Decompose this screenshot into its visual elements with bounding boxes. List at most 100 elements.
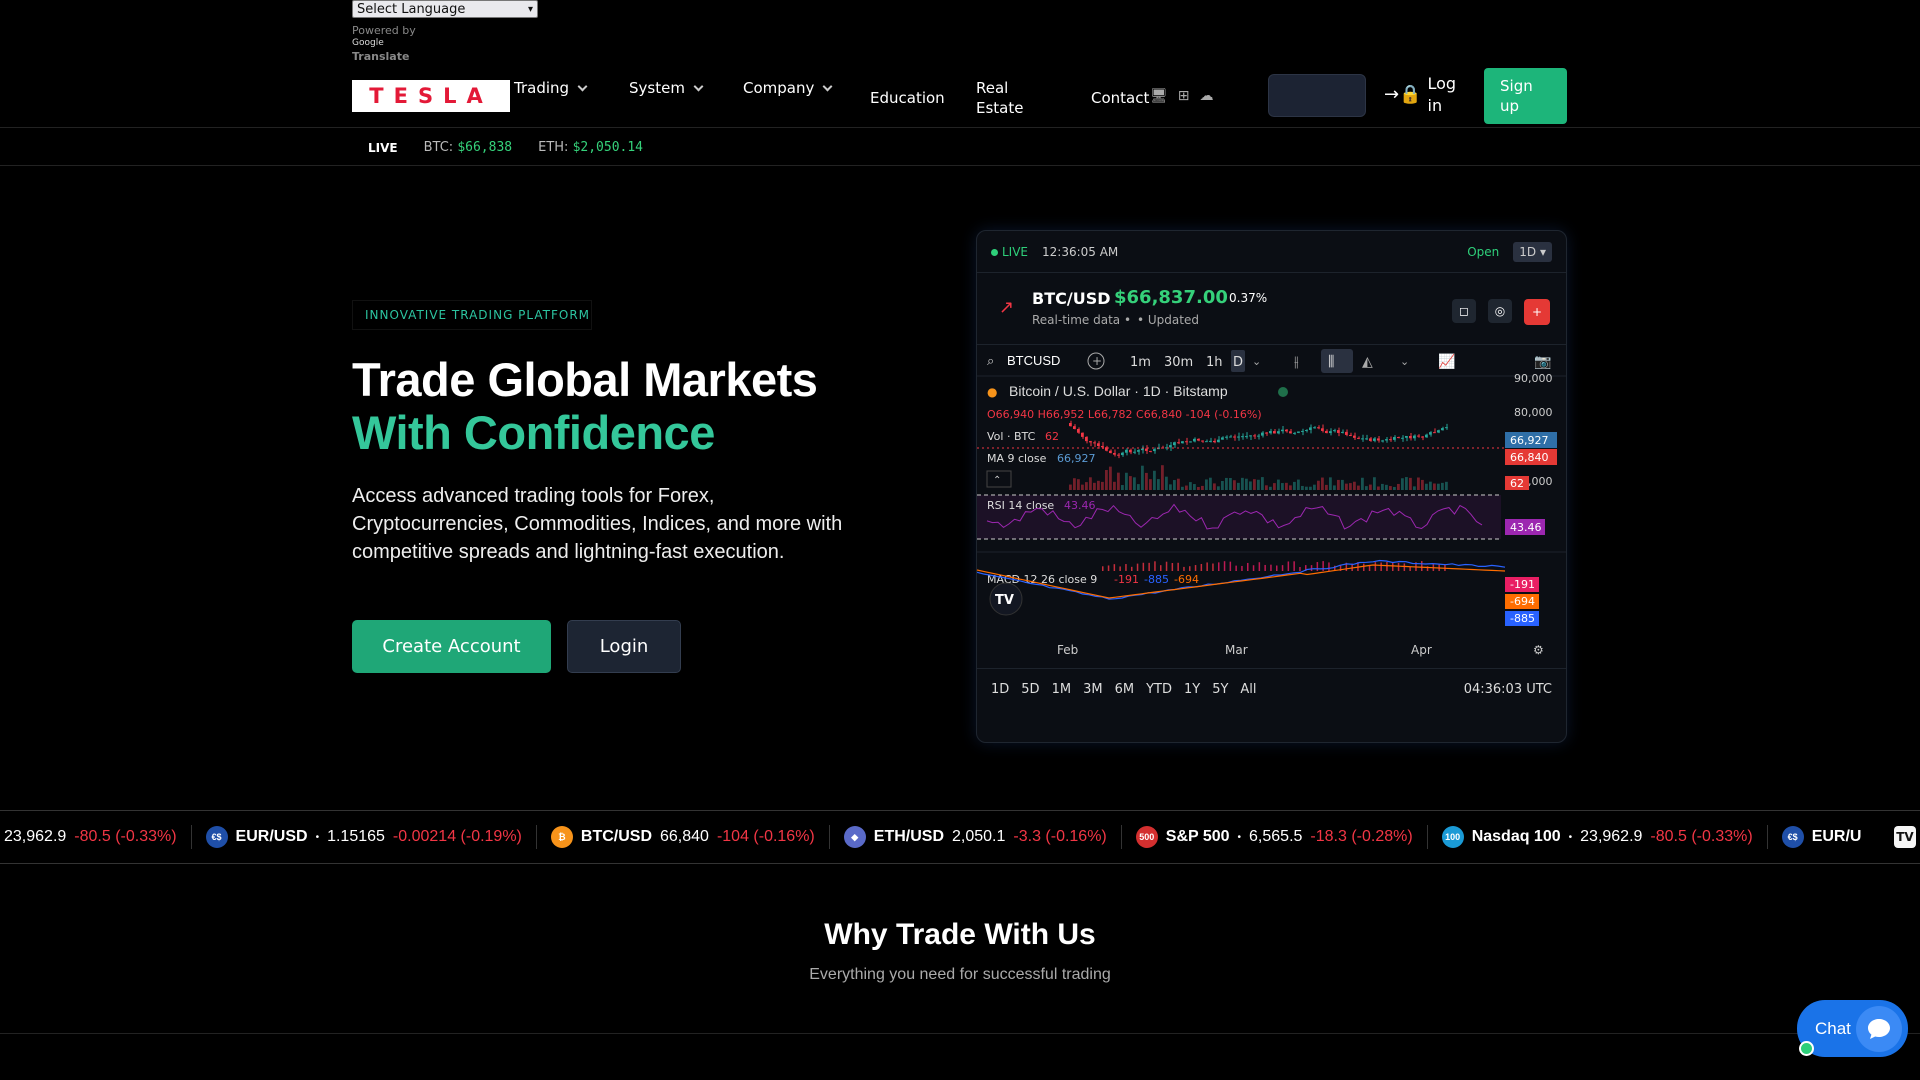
widget-time: 12:36:05 AM [1042,244,1119,259]
ticker-item[interactable]: €$ EUR/USD • 1.15165 -0.00214 (-0.19%) [192,825,537,849]
ticker-item[interactable]: ◆ ETH/USD 2,050.1 -3.3 (-0.16%) [830,825,1122,849]
nav-item-real-estate[interactable]: Real Estate [976,78,1036,118]
login-button[interactable]: Login [567,620,681,673]
candle-body [1329,431,1332,434]
add-icon[interactable]: + [1524,299,1550,325]
range-1m[interactable]: 1M [1052,682,1072,697]
candle-body [1401,437,1404,439]
range-ytd[interactable]: YTD [1146,682,1172,697]
volume-bar [1373,477,1376,490]
tesla-logo[interactable]: TESLA [352,80,510,112]
range-all[interactable]: All [1240,682,1256,697]
volume-bar [1149,479,1152,490]
range-5d[interactable]: 5D [1021,682,1039,697]
volume-bar [1349,483,1352,490]
macd-bar [1247,562,1249,571]
chart-area[interactable]: ⌕ BTCUSD + 1m 30m 1h D ⌄ ⫲ ⫼ ◭ ⌄ 📈 📷 ● B… [977,345,1566,669]
candle-body [1265,432,1268,434]
target-icon[interactable]: ◎ [1488,299,1512,323]
login-link[interactable]: →🔒 Log in [1384,73,1468,117]
ticker-item[interactable]: 500 S&P 500 • 6,565.5 -18.3 (-0.28%) [1122,825,1428,849]
ticker-item[interactable]: 23,962.9 -80.5 (-0.33%) [0,825,192,849]
dark-button[interactable] [1268,74,1366,117]
candle-body [1097,443,1100,447]
nav-item-system[interactable]: System [629,78,704,98]
volume-bar [1441,482,1444,490]
macd-bar [1148,562,1150,571]
volume-bar [1317,480,1320,490]
macd-bar [1142,562,1145,571]
candle-body [1421,436,1424,438]
volume-bar [1221,480,1224,490]
create-account-button[interactable]: Create Account [352,620,551,673]
eth-label: ETH: [538,140,569,155]
candle-body [1341,431,1344,433]
vol-value: 62 [1045,430,1059,443]
bitcoin-icon: ● [987,385,997,399]
linux-icon[interactable]: ☁ [1200,88,1214,104]
volume-bar [1281,483,1284,490]
macd-bar [1293,561,1295,571]
realtime-label: Real-time data • [1032,313,1132,327]
desktop-icon[interactable]: 🖥 [1150,88,1168,104]
range-bar: 1D 5D 1M 3M 6M YTD 1Y 5Y All 04:36:03 UT… [977,669,1566,709]
symbol-change: 0.37% [1229,291,1268,305]
range-5y[interactable]: 5Y [1212,682,1228,697]
volume-bar [1429,481,1432,490]
candle-body [1209,440,1212,442]
range-1d[interactable]: 1D [991,682,1009,697]
ticker-price: 23,962.9 [4,828,67,845]
nav-item-education[interactable]: Education [870,88,945,108]
ticker-item[interactable]: 100 Nasdaq 100 • 23,962.9 -80.5 (-0.33%) [1428,825,1768,849]
candle-body [1325,430,1328,434]
ticker-item[interactable]: ₿ BTC/USD 66,840 -104 (-0.16%) [537,825,830,849]
volume-bar [1185,485,1188,490]
ticker-item[interactable]: €$ EUR/U [1768,825,1876,849]
volume-bar [1345,483,1348,490]
interval-select[interactable]: 1D ▾ [1513,241,1552,262]
live-label: LIVE [368,140,398,155]
rsi-band [977,495,1501,539]
macd-bar [1212,563,1214,571]
candle-body [1361,438,1364,440]
macd-bar [1131,566,1133,571]
nav-item-contact[interactable]: Contact [1091,88,1149,108]
range-6m[interactable]: 6M [1115,682,1135,697]
macd-bar [1287,561,1290,571]
candle-body [1333,430,1336,432]
volume-bar [1161,465,1164,490]
ticker-change: -80.5 (-0.33%) [1650,828,1753,845]
candle-body [1173,442,1176,446]
ticker-dot: • [1237,831,1242,843]
candle-body [1413,435,1416,439]
volume-bar [1109,466,1112,490]
candle-body [1269,431,1272,434]
nav-item-company[interactable]: Company [743,78,833,98]
square-icon[interactable]: ◻ [1452,299,1476,323]
range-1y[interactable]: 1Y [1184,682,1200,697]
interval-1m: 1m [1130,355,1151,370]
macd-bar [1229,561,1232,571]
macd-value: -191 [1114,573,1139,586]
candle-body [1441,428,1444,431]
tradingview-ticker-logo[interactable]: TV [1894,826,1916,848]
range-3m[interactable]: 3M [1083,682,1103,697]
signup-button[interactable]: Sign up [1484,68,1567,124]
candle-body [1253,435,1256,437]
why-subtitle: Everything you need for successful tradi… [809,966,1111,983]
signup-label: Sign up [1500,77,1533,115]
candle-body [1381,440,1384,442]
language-select[interactable]: Select Language ▾ [352,0,538,18]
volume-bar [1405,477,1408,490]
volume-bar [1089,477,1092,490]
windows-icon[interactable]: ⊞ [1178,88,1190,104]
macd-bar [1299,566,1301,571]
volume-bar [1417,477,1420,490]
candle-body [1409,435,1412,439]
macd-bar [1310,565,1313,571]
volume-bar [1217,486,1220,490]
nav-item-trading[interactable]: Trading [514,78,588,98]
volume-bar [1193,484,1196,490]
eur-usd-flag-icon: €$ [205,826,228,848]
candle-body [1425,434,1428,438]
